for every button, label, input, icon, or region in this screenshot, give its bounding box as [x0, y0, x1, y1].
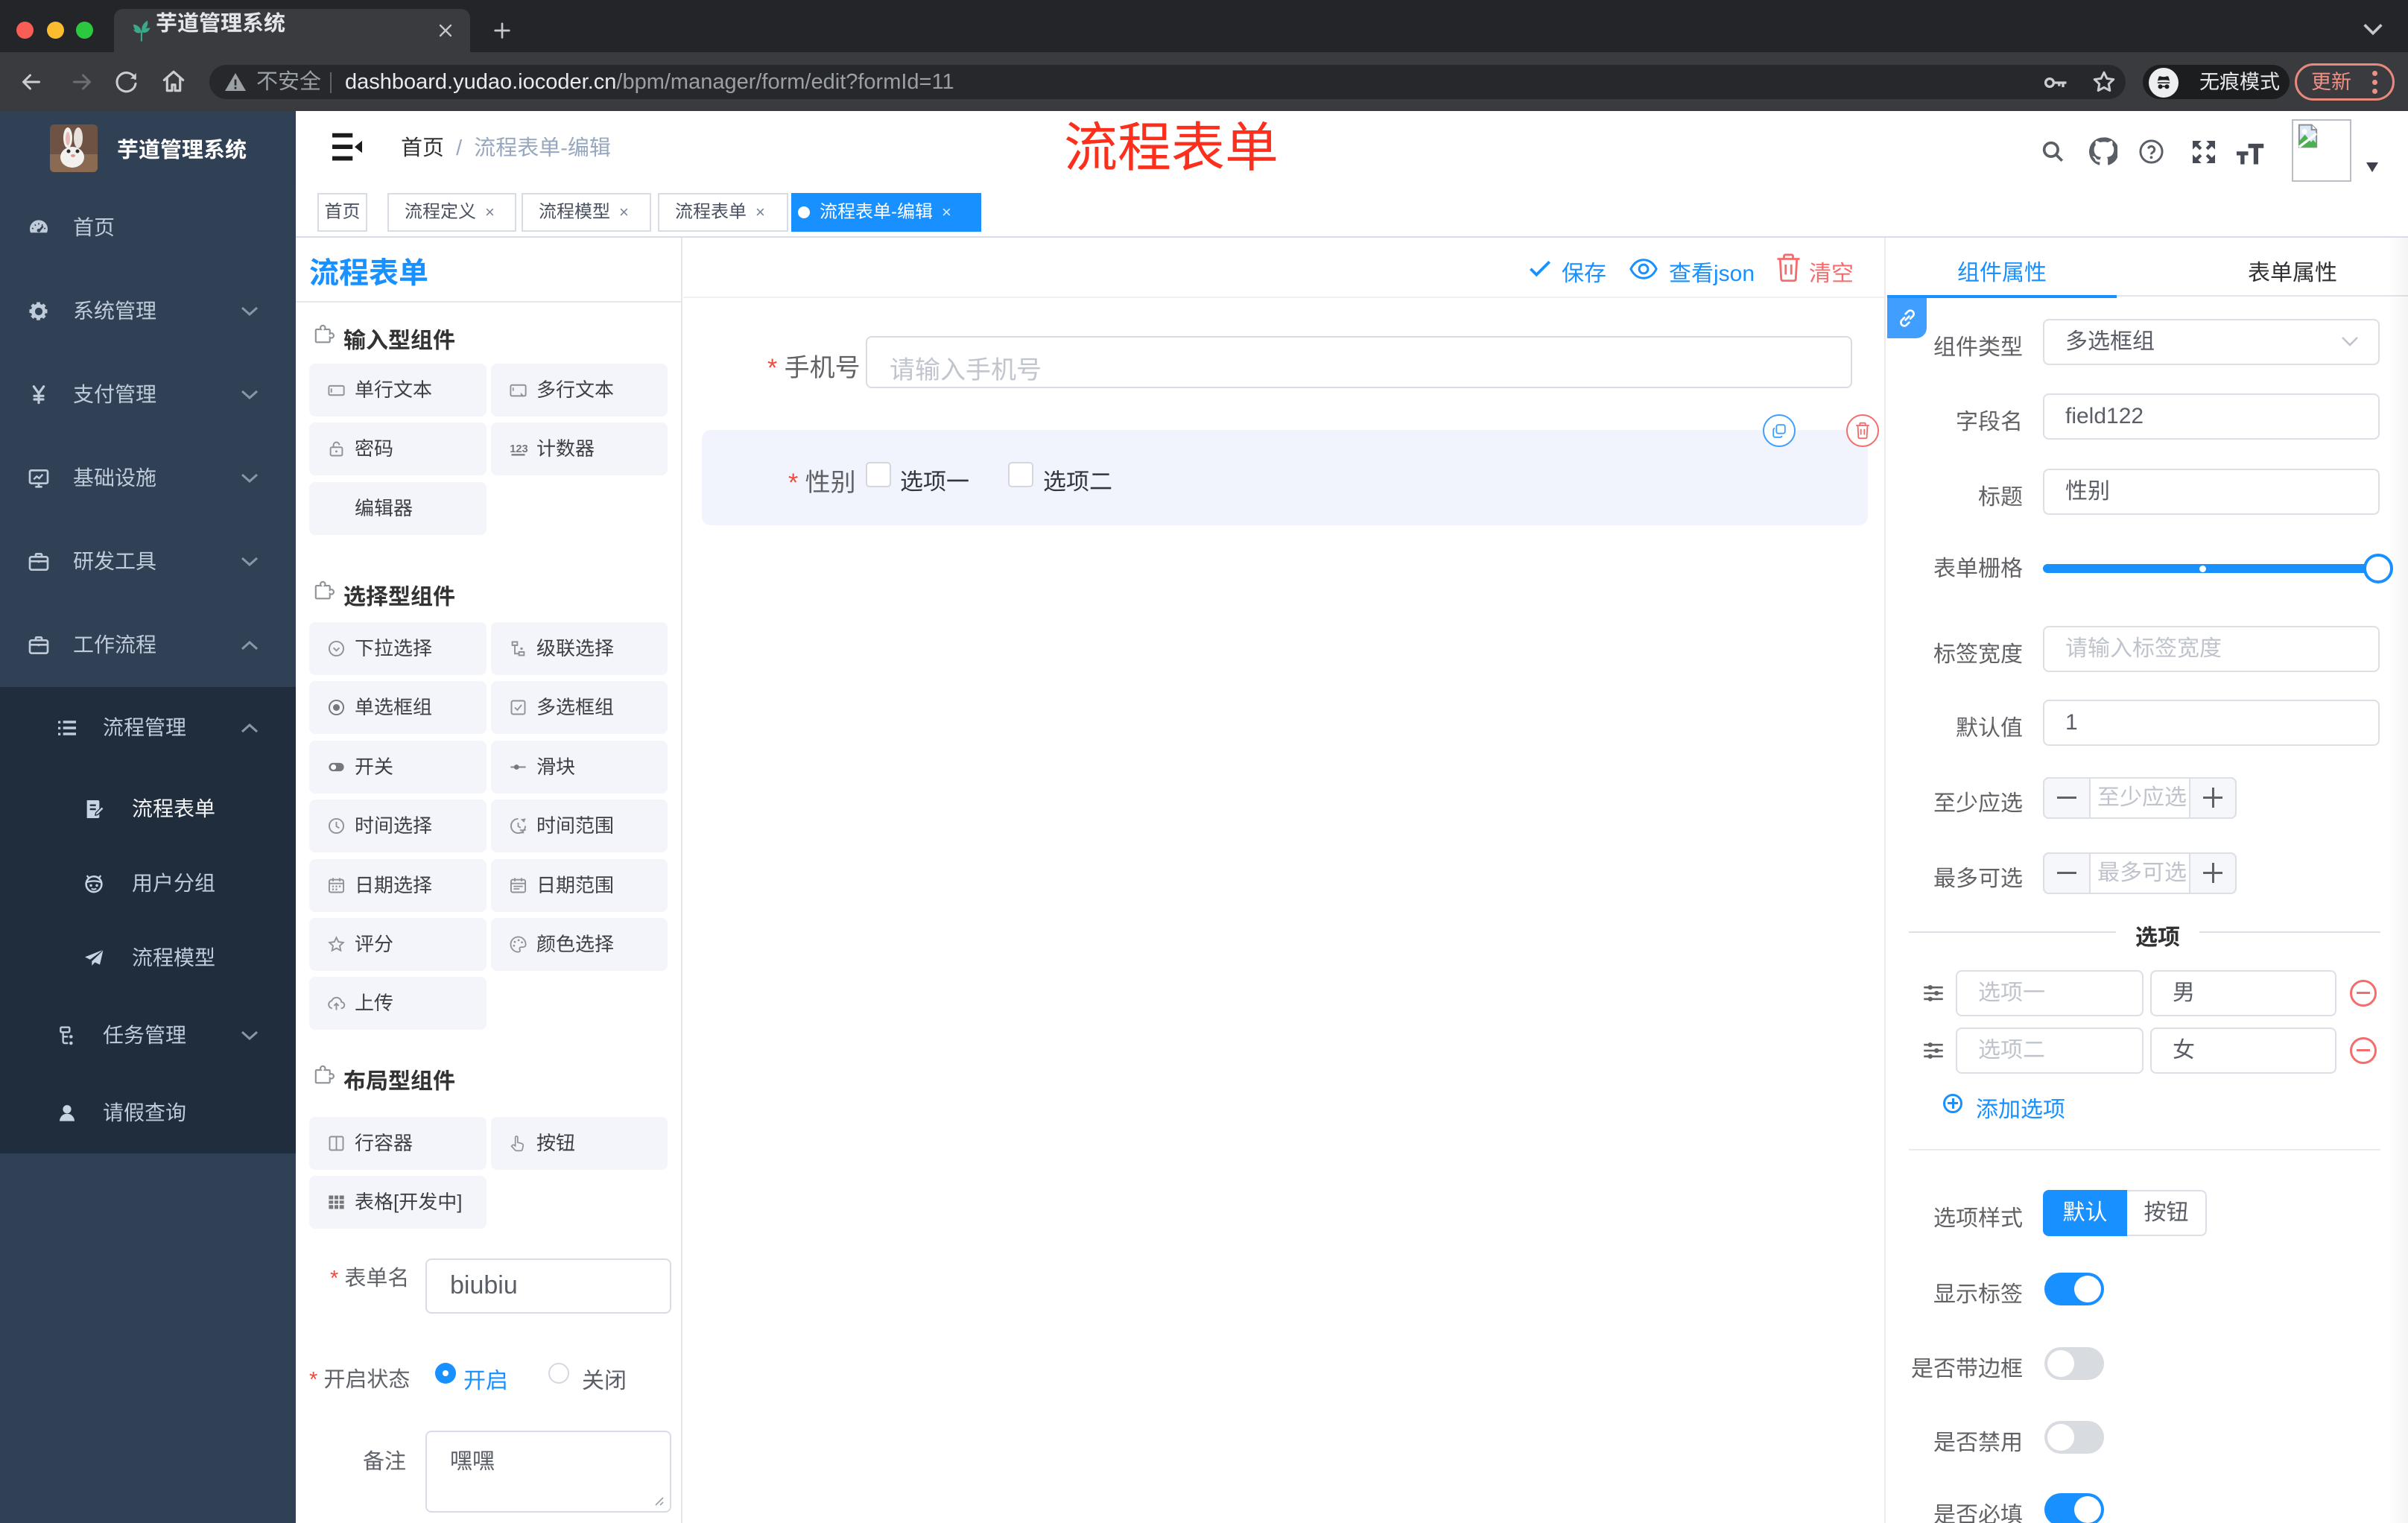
svg-text:123: 123 [510, 443, 527, 455]
